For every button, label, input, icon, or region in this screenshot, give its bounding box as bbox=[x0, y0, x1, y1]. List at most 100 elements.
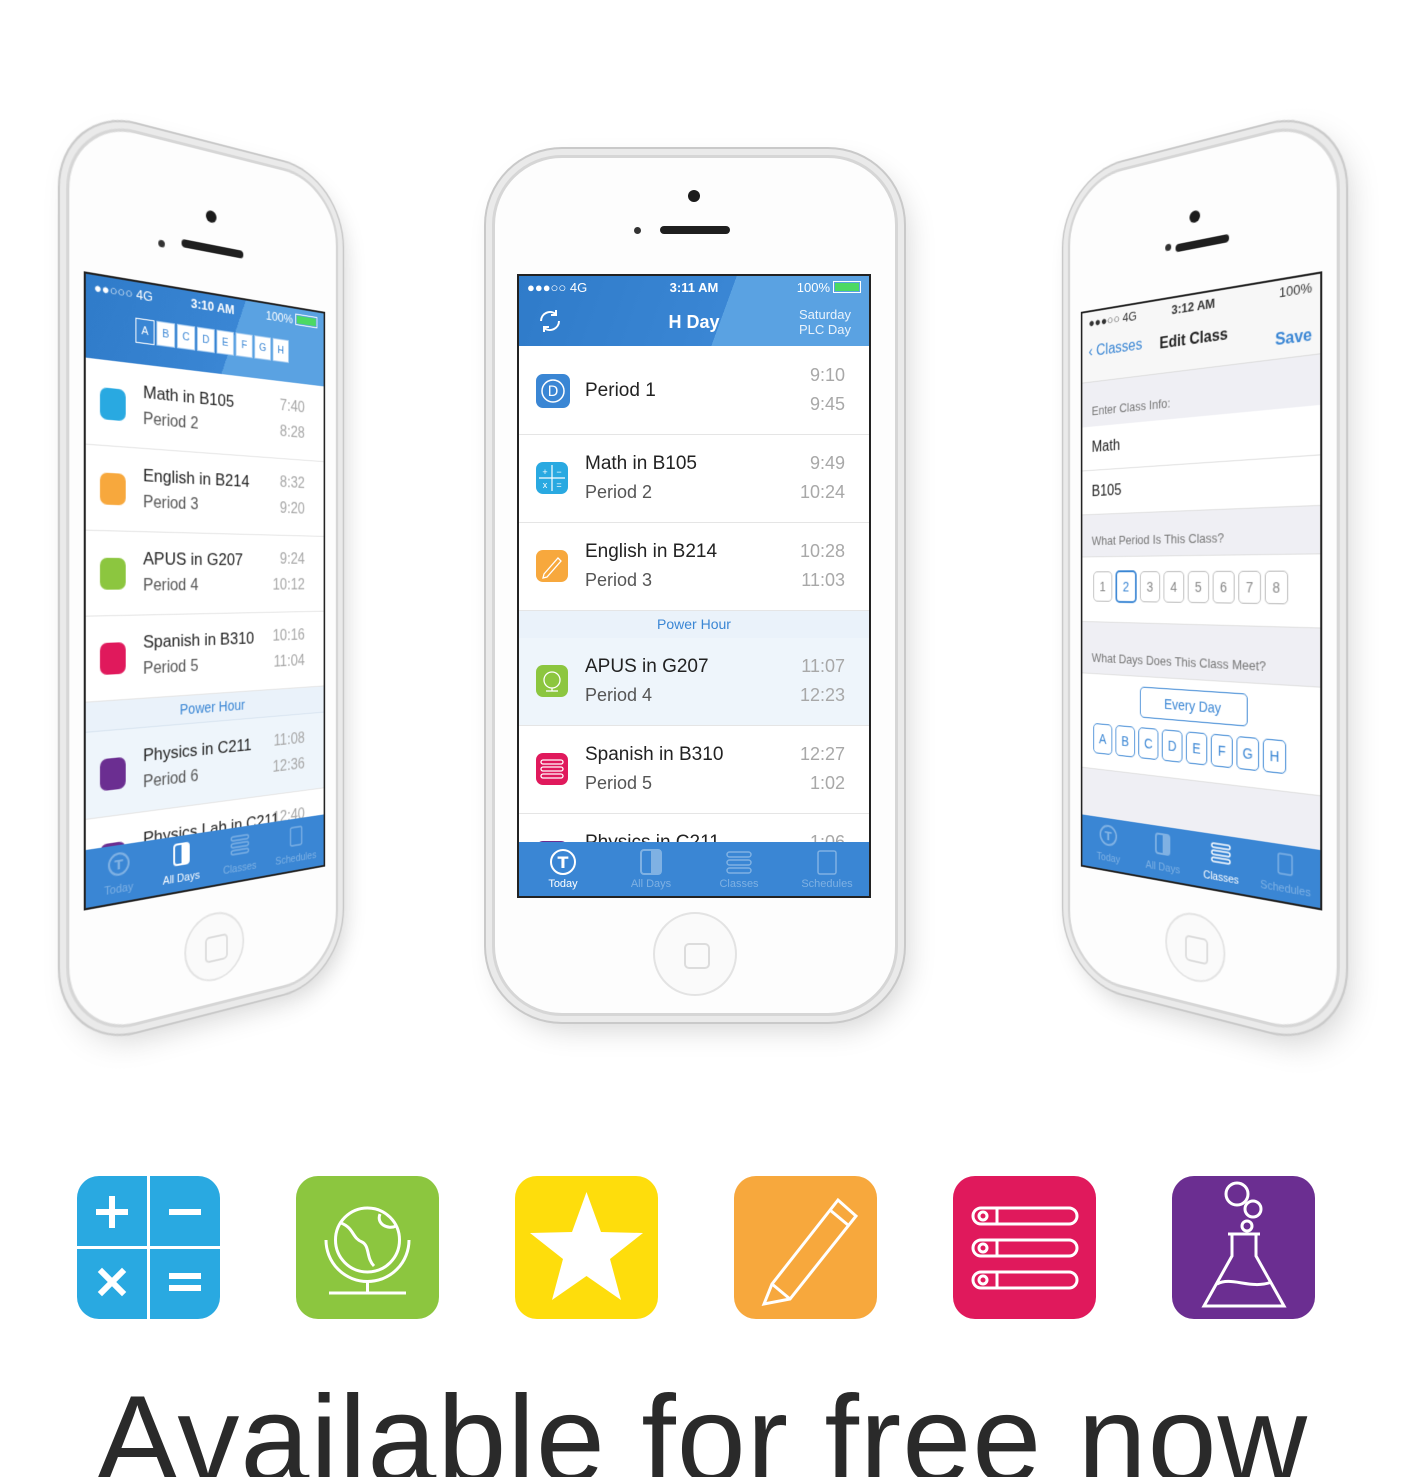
left-screen: ●●○○○ 4G 3:10 AM 100% A B C D E F G H Ma… bbox=[84, 271, 325, 910]
start-time: 10:16 bbox=[273, 627, 305, 645]
period-option[interactable]: 3 bbox=[1140, 571, 1160, 602]
svg-text:T: T bbox=[558, 853, 569, 872]
list-icon bbox=[536, 753, 568, 785]
period-option[interactable]: 5 bbox=[1188, 571, 1209, 603]
day-tab-d[interactable]: D bbox=[197, 327, 215, 354]
list-item[interactable]: + − x = Math in B105 Period 2 9:49 10:24 bbox=[519, 435, 869, 523]
tab-label: Classes bbox=[695, 878, 783, 890]
day-tab-f[interactable]: F bbox=[236, 332, 253, 358]
class-title: APUS in G207 bbox=[143, 549, 243, 570]
svg-text:x: x bbox=[543, 480, 548, 490]
battery-percent: 100% bbox=[1279, 279, 1312, 300]
proximity-sensor bbox=[1165, 243, 1171, 251]
tab-today[interactable]: T Today bbox=[519, 842, 607, 896]
day-tab-c[interactable]: C bbox=[177, 324, 195, 351]
today-icon: T bbox=[107, 850, 131, 879]
day-type-label: PLC Day bbox=[799, 322, 851, 337]
day-tab-g[interactable]: G bbox=[254, 335, 271, 361]
period-option[interactable]: 2 bbox=[1115, 570, 1136, 603]
day-option[interactable]: B bbox=[1115, 725, 1135, 758]
math-icon bbox=[77, 1176, 220, 1319]
end-time: 9:45 bbox=[810, 394, 845, 415]
day-option[interactable]: D bbox=[1162, 729, 1183, 763]
earpiece-speaker bbox=[660, 226, 730, 234]
class-period: Period 3 bbox=[143, 494, 198, 515]
day-option[interactable]: G bbox=[1236, 736, 1259, 771]
tab-label: All Days bbox=[607, 878, 695, 890]
front-camera bbox=[688, 190, 700, 202]
tab-classes[interactable]: Classes bbox=[695, 842, 783, 896]
day-tab-h[interactable]: H bbox=[273, 338, 289, 363]
center-tab-bar: T Today All Days Classes Schedules bbox=[519, 842, 869, 896]
tab-all-days[interactable]: All Days bbox=[151, 831, 211, 896]
tab-today[interactable]: T Today bbox=[86, 840, 151, 908]
pencil-icon bbox=[734, 1176, 877, 1319]
class-title: Spanish in B310 bbox=[585, 744, 723, 766]
globe-icon bbox=[296, 1176, 439, 1319]
right-phone: ●●●○○ 4G 3:12 AM 100% ‹ Classes Edit Cla… bbox=[1068, 113, 1340, 1043]
day-tab-a[interactable]: A bbox=[135, 318, 154, 346]
day-option[interactable]: E bbox=[1186, 731, 1207, 765]
proximity-sensor bbox=[158, 239, 165, 247]
every-day-button[interactable]: Every Day bbox=[1140, 686, 1248, 726]
tab-label: Classes bbox=[211, 858, 267, 880]
day-option[interactable]: C bbox=[1138, 727, 1158, 760]
schedules-icon bbox=[1273, 849, 1297, 878]
tab-all-days[interactable]: All Days bbox=[607, 842, 695, 896]
tab-schedules[interactable]: Schedules bbox=[268, 814, 324, 875]
class-period: Period 3 bbox=[585, 570, 652, 591]
star-icon bbox=[515, 1176, 658, 1319]
end-time: 12:36 bbox=[273, 756, 305, 777]
period-option[interactable]: 4 bbox=[1164, 571, 1185, 603]
period-option[interactable]: 7 bbox=[1238, 571, 1261, 604]
tab-today[interactable]: T Today bbox=[1082, 814, 1135, 874]
list-item[interactable]: APUS in G207 Period 4 9:24 10:12 bbox=[86, 530, 324, 617]
class-period: Period 6 bbox=[143, 768, 198, 793]
save-button[interactable]: Save bbox=[1275, 326, 1312, 350]
day-tab-b[interactable]: B bbox=[156, 321, 175, 348]
class-title: Math in B105 bbox=[585, 453, 697, 475]
tagline: Available for free now bbox=[0, 1378, 1404, 1477]
period-option[interactable]: 1 bbox=[1093, 571, 1112, 601]
home-button[interactable] bbox=[1165, 907, 1225, 988]
tab-classes[interactable]: Classes bbox=[1191, 831, 1251, 896]
period-option[interactable]: 6 bbox=[1213, 571, 1235, 604]
class-period: Period 4 bbox=[143, 577, 198, 596]
list-item[interactable]: English in B214 Period 3 10:28 11:03 bbox=[519, 523, 869, 611]
flask-icon bbox=[100, 757, 126, 792]
end-time: 11:04 bbox=[274, 653, 305, 672]
right-tab-bar: T Today All Days Classes Schedules bbox=[1082, 814, 1320, 908]
start-time: 8:32 bbox=[280, 474, 305, 493]
period-option[interactable]: 8 bbox=[1265, 571, 1288, 605]
list-item[interactable]: D Period 1 9:10 9:45 bbox=[519, 347, 869, 435]
home-button[interactable] bbox=[184, 907, 244, 988]
math-icon bbox=[100, 387, 126, 421]
front-camera bbox=[1189, 209, 1200, 223]
tab-schedules[interactable]: Schedules bbox=[783, 842, 871, 896]
start-time: 9:24 bbox=[280, 551, 305, 568]
day-option[interactable]: H bbox=[1263, 738, 1286, 774]
list-item[interactable]: APUS in G207 Period 4 11:07 12:23 bbox=[519, 638, 869, 726]
tab-label: Classes bbox=[1191, 867, 1251, 890]
tab-classes[interactable]: Classes bbox=[211, 823, 267, 885]
schedules-icon bbox=[813, 848, 841, 876]
list-item[interactable]: Spanish in B310 Period 5 12:27 1:02 bbox=[519, 726, 869, 814]
day-option[interactable]: F bbox=[1211, 734, 1233, 769]
list-item[interactable]: English in B214 Period 3 8:32 9:20 bbox=[86, 444, 324, 537]
start-time: 10:28 bbox=[800, 541, 845, 562]
class-title: Physics in C211 bbox=[143, 735, 251, 766]
end-time: 1:02 bbox=[810, 773, 845, 794]
center-status-bar: ●●●○○ 4G 3:11 AM 100% bbox=[519, 276, 869, 298]
end-time: 10:24 bbox=[800, 482, 845, 503]
svg-text:D: D bbox=[548, 384, 559, 400]
section-label: What Days Does This Class Meet? bbox=[1092, 650, 1266, 674]
tab-all-days[interactable]: All Days bbox=[1135, 822, 1191, 884]
center-phone: ●●●○○ 4G 3:11 AM 100% H Day Saturday PLC… bbox=[492, 155, 898, 1016]
tab-schedules[interactable]: Schedules bbox=[1251, 840, 1320, 908]
globe-icon bbox=[536, 665, 568, 697]
list-icon bbox=[100, 642, 126, 675]
day-option[interactable]: A bbox=[1093, 723, 1112, 755]
home-button[interactable] bbox=[653, 912, 737, 996]
day-tab-e[interactable]: E bbox=[217, 330, 234, 356]
battery-percent: 100% bbox=[797, 280, 830, 295]
